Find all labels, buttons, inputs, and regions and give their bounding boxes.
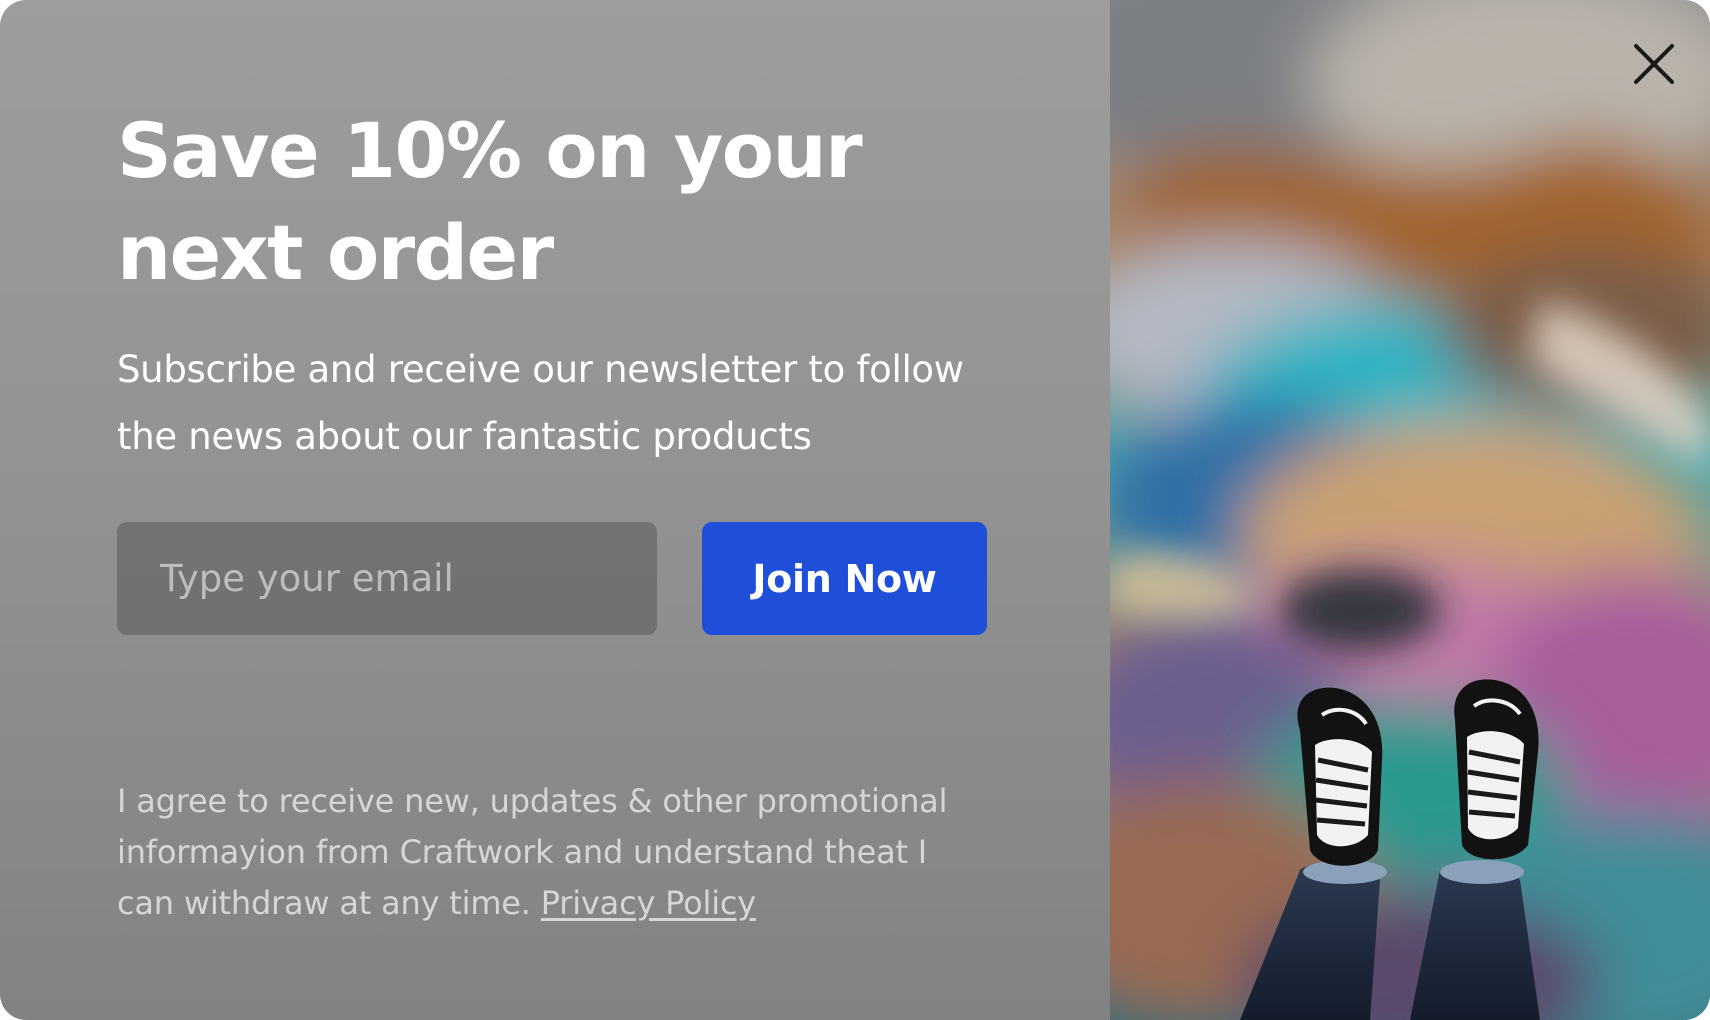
close-icon <box>1634 44 1674 84</box>
hero-image-panel <box>1110 0 1710 1020</box>
close-button[interactable] <box>1628 38 1680 90</box>
consent-body: I agree to receive new, updates & other … <box>117 782 948 922</box>
newsletter-popup: Save 10% on your next order Subscribe an… <box>0 0 1710 1020</box>
privacy-policy-link[interactable]: Privacy Policy <box>541 884 756 922</box>
signup-panel: Save 10% on your next order Subscribe an… <box>0 0 1110 1020</box>
email-field[interactable] <box>117 522 657 635</box>
join-now-button[interactable]: Join Now <box>702 522 987 635</box>
consent-text: I agree to receive new, updates & other … <box>117 776 977 929</box>
popup-headline: Save 10% on your next order <box>117 106 863 297</box>
oil-slick-sneakers-photo <box>1110 0 1710 1020</box>
popup-subtitle: Subscribe and receive our newsletter to … <box>117 348 964 458</box>
